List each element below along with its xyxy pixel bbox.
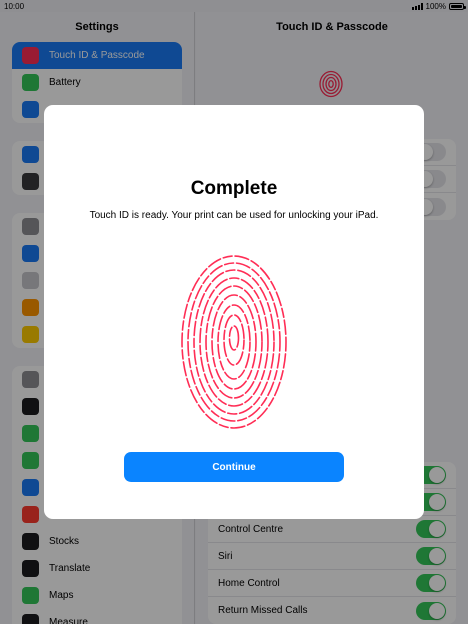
dialog-title: Complete: [190, 178, 278, 199]
battery-percent: 100%: [425, 1, 446, 11]
dialog-message: Touch ID is ready. Your print can be use…: [89, 210, 379, 221]
fingerprint-icon: [181, 255, 287, 429]
signal-icon: [411, 2, 423, 10]
continue-button[interactable]: Continue: [124, 452, 344, 482]
battery-icon: [449, 2, 466, 10]
status-bar: 10:00 100%: [0, 0, 468, 12]
status-indicators: 100%: [411, 1, 466, 11]
status-time: 10:00: [4, 1, 25, 11]
